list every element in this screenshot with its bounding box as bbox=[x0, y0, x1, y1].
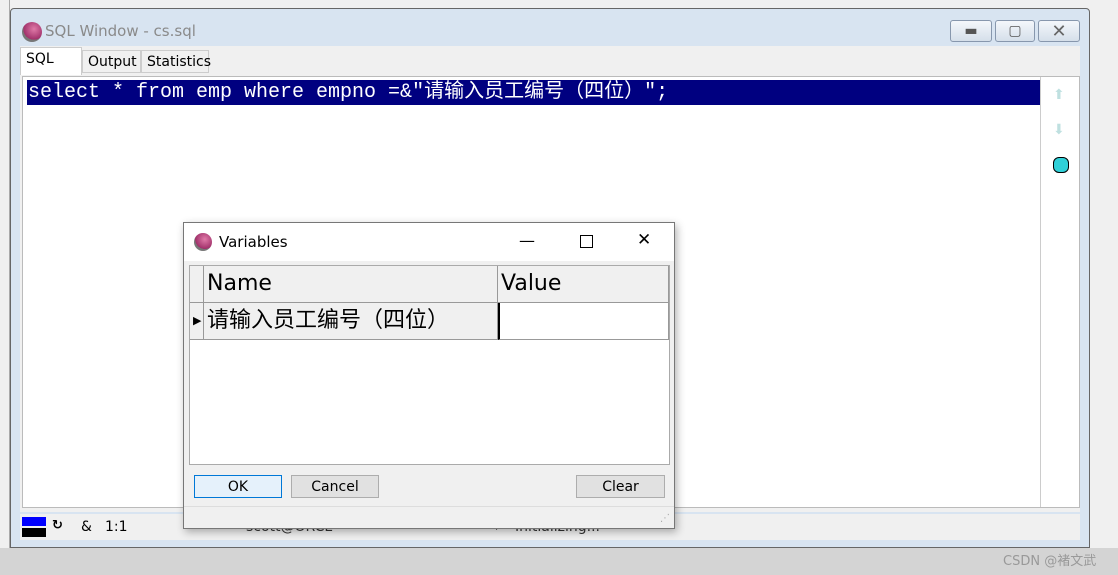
column-header-value[interactable]: Value bbox=[498, 266, 669, 303]
app-icon bbox=[194, 233, 212, 251]
clear-button[interactable]: Clear bbox=[576, 475, 665, 498]
tab-statistics[interactable]: Statistics bbox=[141, 50, 211, 73]
cursor-position: 1:1 bbox=[105, 519, 128, 535]
row-header-corner bbox=[190, 266, 204, 303]
window-title: SQL Window - cs.sql bbox=[45, 22, 196, 40]
close-icon: ✕ bbox=[1051, 20, 1067, 42]
dialog-title: Variables bbox=[219, 233, 288, 251]
app-icon bbox=[22, 22, 42, 42]
dialog-divider bbox=[184, 506, 674, 507]
cancel-button[interactable]: Cancel bbox=[291, 475, 379, 498]
arrow-up-icon[interactable]: ⬆ bbox=[1053, 87, 1065, 103]
substitution-indicator: & bbox=[81, 519, 92, 535]
color-swatch-icon bbox=[22, 517, 46, 526]
variable-value-input[interactable] bbox=[498, 303, 669, 340]
variable-name-cell: 请输入员工编号（四位） bbox=[204, 303, 498, 340]
dialog-titlebar: Variables — ✕ bbox=[184, 223, 674, 261]
tab-output[interactable]: Output bbox=[82, 50, 141, 73]
resize-grip-icon[interactable]: ⋰ bbox=[660, 513, 670, 524]
minimize-button[interactable]: ▬ bbox=[950, 20, 992, 42]
minimize-button[interactable]: — bbox=[519, 231, 535, 250]
column-header-name[interactable]: Name bbox=[204, 266, 498, 303]
editor-toolbar: ⬆ ⬇ bbox=[1040, 77, 1078, 507]
maximize-button[interactable]: ▢ bbox=[995, 20, 1035, 42]
color-swatch-black-icon bbox=[22, 528, 46, 537]
tab-sql[interactable]: SQL bbox=[20, 47, 82, 75]
close-button[interactable]: ✕ bbox=[637, 230, 651, 250]
bottom-area bbox=[0, 548, 1118, 575]
maximize-button[interactable] bbox=[580, 235, 593, 248]
row-indicator-icon: ▶ bbox=[190, 303, 204, 340]
watermark: CSDN @褚文武 bbox=[1003, 554, 1097, 569]
background-window-edge bbox=[0, 0, 10, 575]
sql-code-line[interactable]: select * from emp where empno =&"请输入员工编号… bbox=[27, 80, 1040, 105]
arrow-down-icon[interactable]: ⬇ bbox=[1053, 122, 1065, 138]
database-execute-icon[interactable] bbox=[1053, 157, 1069, 173]
variables-grid: Name Value ▶ 请输入员工编号（四位） bbox=[189, 265, 670, 465]
maximize-icon: ▢ bbox=[1008, 23, 1022, 39]
variables-dialog: Variables — ✕ Name Value ▶ 请输入员工编号（四位） O… bbox=[183, 222, 675, 529]
close-button[interactable]: ✕ bbox=[1038, 20, 1080, 42]
refresh-icon[interactable]: ↻ bbox=[52, 518, 63, 533]
minimize-icon: ▬ bbox=[964, 23, 978, 39]
ok-button[interactable]: OK bbox=[194, 475, 282, 498]
